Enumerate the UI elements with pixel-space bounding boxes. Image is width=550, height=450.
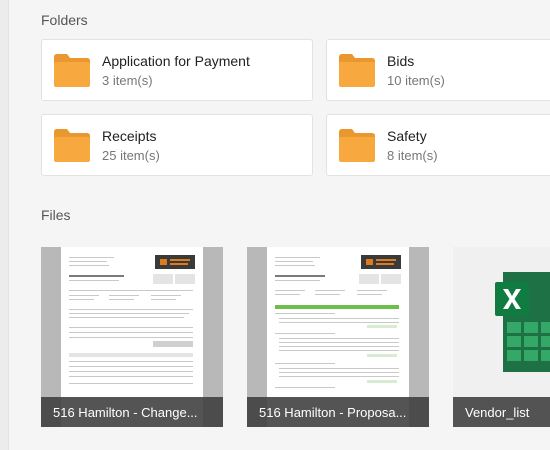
contractor-logo: [155, 255, 195, 269]
file-name: 516 Hamilton - Change...: [41, 397, 223, 427]
section-bar: [275, 305, 399, 309]
folder-receipts[interactable]: Receipts 25 item(s): [41, 114, 313, 176]
folder-icon: [339, 129, 375, 162]
folder-icon: [54, 129, 90, 162]
files-heading: Files: [41, 207, 71, 223]
file-card-change-order[interactable]: 516 Hamilton - Change...: [41, 247, 223, 427]
folder-application-for-payment[interactable]: Application for Payment 3 item(s): [41, 39, 313, 101]
folder-item-count: 3 item(s): [102, 73, 153, 88]
file-card-proposal[interactable]: 516 Hamilton - Proposa...: [247, 247, 429, 427]
contractor-logo: [361, 255, 401, 269]
folder-bids[interactable]: Bids 10 item(s): [326, 39, 550, 101]
folder-icon: [54, 54, 90, 87]
file-card-vendor-list[interactable]: Vendor_list: [453, 247, 550, 427]
folder-item-count: 10 item(s): [387, 73, 445, 88]
file-name: Vendor_list: [453, 397, 550, 427]
folder-icon: [339, 54, 375, 87]
file-name: 516 Hamilton - Proposa...: [247, 397, 429, 427]
folder-name: Safety: [387, 128, 427, 144]
folder-name: Bids: [387, 53, 415, 69]
folder-item-count: 8 item(s): [387, 148, 438, 163]
left-panel-edge: [0, 0, 9, 450]
folders-heading: Folders: [41, 12, 88, 28]
excel-file-icon: [495, 272, 550, 372]
folder-name: Receipts: [102, 128, 157, 144]
folder-name: Application for Payment: [102, 53, 250, 69]
folder-item-count: 25 item(s): [102, 148, 160, 163]
folder-safety[interactable]: Safety 8 item(s): [326, 114, 550, 176]
